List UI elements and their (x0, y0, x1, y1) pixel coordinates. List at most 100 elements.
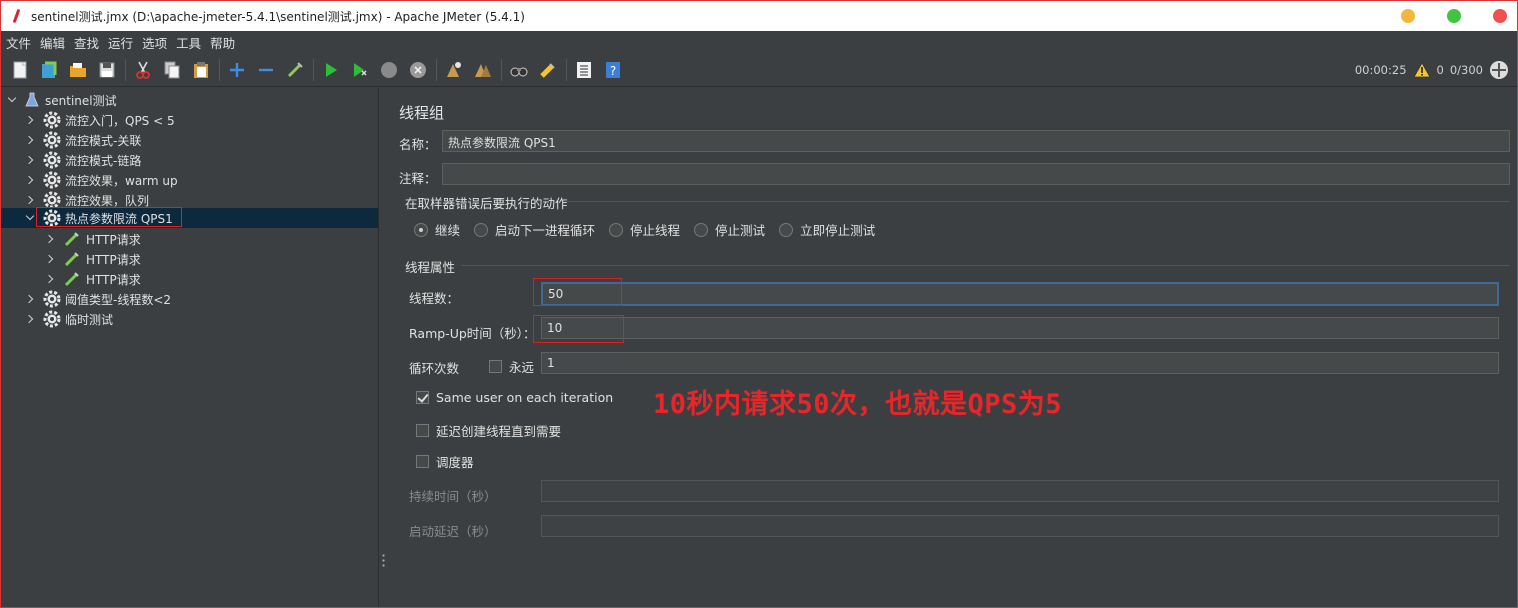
minimize-button[interactable] (1401, 9, 1415, 23)
tree-item-thread-group[interactable]: 流控模式-关联 (25, 130, 141, 150)
chevron-right-icon[interactable] (45, 254, 55, 264)
tree-item-thread-group[interactable]: 流控模式-链路 (25, 150, 141, 170)
comment-field[interactable] (442, 163, 1510, 185)
comment-label: 注释： (399, 171, 437, 186)
radio-stop-thread[interactable]: 停止线程 (609, 220, 680, 239)
tree-item-thread-group[interactable]: 流控效果，warm up (25, 170, 178, 190)
forever-checkbox[interactable]: 永远 (489, 357, 534, 376)
radio-start-next-loop[interactable]: 启动下一进程循环 (474, 220, 595, 239)
toolbar: ? 00:00:25 0 0/300 (1, 53, 1517, 87)
radio-indicator[interactable] (414, 222, 428, 237)
radio-stop-test-now[interactable]: 立即停止测试 (779, 220, 875, 239)
active-threads: 0/300 (1449, 63, 1483, 77)
collapse-icon[interactable] (255, 59, 277, 81)
chevron-down-icon[interactable] (7, 95, 17, 105)
maximize-button[interactable] (1447, 9, 1461, 23)
checkbox-indicator[interactable] (416, 391, 429, 404)
tree-item-thread-group[interactable]: 临时测试 (25, 309, 113, 329)
scheduler-checkbox[interactable]: 调度器 (416, 452, 474, 471)
menu-help[interactable]: 帮助 (210, 33, 235, 52)
rampup-field[interactable]: 10 (541, 317, 1499, 339)
chevron-right-icon[interactable] (45, 274, 55, 284)
menu-run[interactable]: 运行 (108, 33, 133, 52)
chevron-down-icon[interactable] (25, 213, 35, 223)
remote-engines-icon[interactable] (1489, 60, 1509, 80)
annotation-text: 10秒内请求50次，也就是QPS为5 (653, 389, 1063, 420)
threads-field[interactable]: 50 (541, 282, 1499, 306)
search-binoculars-icon[interactable] (508, 59, 530, 81)
chevron-right-icon[interactable] (45, 234, 55, 244)
name-label: 名称： (399, 137, 437, 152)
function-helper-icon[interactable] (573, 59, 595, 81)
copy-icon[interactable] (161, 59, 183, 81)
expand-icon[interactable] (226, 59, 248, 81)
menu-file[interactable]: 文件 (6, 33, 31, 52)
same-user-checkbox[interactable]: Same user on each iteration (416, 390, 613, 405)
shutdown-icon[interactable] (407, 59, 429, 81)
toolbar-separator (566, 58, 567, 81)
chevron-right-icon[interactable] (25, 135, 35, 145)
radio-indicator[interactable] (779, 222, 794, 237)
gear-icon (43, 310, 61, 328)
tree-item-thread-group[interactable]: 阈值类型-线程数<2 (25, 289, 171, 309)
duration-field (541, 480, 1499, 502)
menu-options[interactable]: 选项 (142, 33, 167, 52)
clear-all-icon[interactable] (472, 59, 494, 81)
chevron-right-icon[interactable] (25, 155, 35, 165)
warning-icon[interactable] (1412, 62, 1431, 78)
chevron-right-icon[interactable] (25, 175, 35, 185)
cut-icon[interactable] (132, 59, 154, 81)
tree-root-label: sentinel测试 (45, 93, 117, 108)
menu-search[interactable]: 查找 (74, 33, 99, 52)
checkbox-indicator[interactable] (489, 360, 502, 373)
gear-icon (43, 171, 61, 189)
chevron-right-icon[interactable] (25, 314, 35, 324)
open-icon[interactable] (67, 59, 89, 81)
menu-edit[interactable]: 编辑 (40, 33, 65, 52)
stop-icon[interactable] (378, 59, 400, 81)
checkbox-indicator[interactable] (416, 424, 429, 437)
toolbar-separator (313, 58, 314, 81)
reset-search-icon[interactable] (537, 59, 559, 81)
start-icon[interactable] (320, 59, 342, 81)
chevron-right-icon[interactable] (25, 195, 35, 205)
loop-count-label: 循环次数 (409, 361, 460, 376)
menu-tools[interactable]: 工具 (176, 33, 201, 52)
radio-continue[interactable]: 继续 (414, 220, 460, 239)
tree-item-label: HTTP请求 (86, 232, 141, 247)
new-icon[interactable] (9, 59, 31, 81)
tree-item-thread-group[interactable]: 流控入门，QPS < 5 (25, 110, 175, 130)
threads-label: 线程数： (409, 291, 460, 306)
tree-item-sampler[interactable]: HTTP请求 (45, 229, 141, 249)
startup-delay-label: 启动延迟（秒） (409, 524, 497, 539)
save-icon[interactable] (96, 59, 118, 81)
tree-item-sampler[interactable]: HTTP请求 (45, 249, 141, 269)
tree-item-sampler[interactable]: HTTP请求 (45, 269, 141, 289)
checkbox-indicator[interactable] (416, 455, 429, 468)
pipette-icon (64, 232, 79, 247)
tree-item-label: 临时测试 (65, 312, 114, 327)
section-divider (567, 201, 1509, 202)
templates-icon[interactable] (38, 59, 60, 81)
gear-icon (43, 151, 61, 169)
radio-stop-test[interactable]: 停止测试 (694, 220, 765, 239)
thread-group-panel: 线程组 名称： 热点参数限流 QPS1 注释： 在取样器错误后要执行的动作 继续… (389, 88, 1517, 607)
delay-thread-creation-checkbox[interactable]: 延迟创建线程直到需要 (416, 421, 561, 440)
chevron-right-icon[interactable] (25, 294, 35, 304)
rampup-label: Ramp-Up时间（秒）： (409, 326, 536, 341)
radio-indicator[interactable] (694, 222, 709, 237)
loop-count-field[interactable]: 1 (541, 352, 1499, 374)
toolbar-separator (125, 58, 126, 81)
splitter-handle[interactable] (382, 553, 385, 567)
close-button[interactable] (1493, 9, 1507, 23)
tree-root[interactable]: sentinel测试 (7, 90, 117, 110)
clear-icon[interactable] (443, 59, 465, 81)
toggle-icon[interactable] (284, 59, 306, 81)
radio-indicator[interactable] (609, 222, 624, 237)
start-no-pauses-icon[interactable] (349, 59, 371, 81)
radio-indicator[interactable] (474, 222, 489, 237)
paste-icon[interactable] (190, 59, 212, 81)
help-icon[interactable]: ? (602, 59, 624, 81)
chevron-right-icon[interactable] (25, 115, 35, 125)
name-field[interactable]: 热点参数限流 QPS1 (442, 130, 1510, 152)
